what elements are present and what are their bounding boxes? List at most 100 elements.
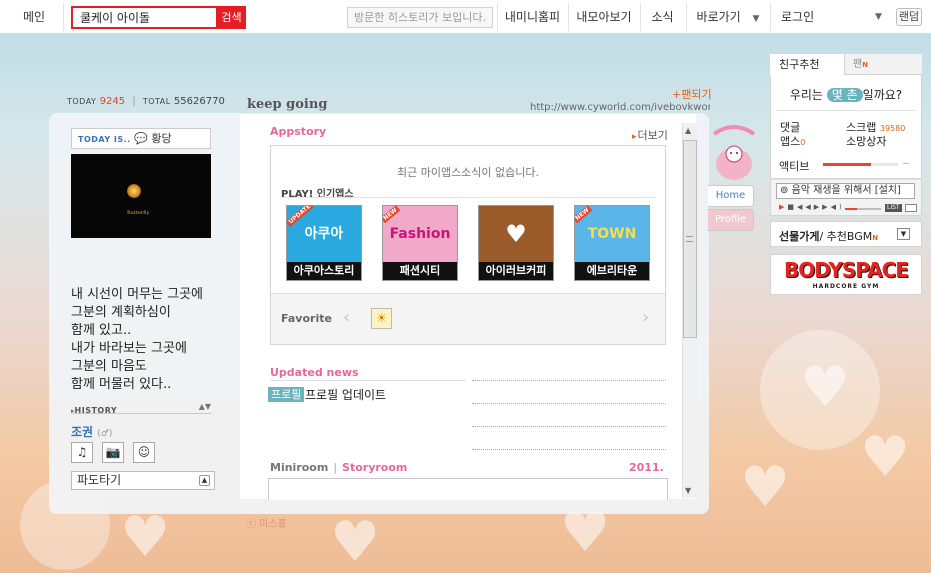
today-count: 9245 (99, 96, 126, 107)
storyroom-tab[interactable]: Storyroom (342, 461, 407, 474)
random-button[interactable]: 랜덤 (896, 8, 922, 26)
friend-q-pre: 우리는 (789, 88, 823, 102)
search-input[interactable] (71, 6, 218, 29)
favorite-label: Favorite (281, 312, 332, 325)
avatar-icon[interactable]: ☺ (133, 442, 155, 463)
activity-bar-fill (823, 163, 871, 166)
app-fashion-city[interactable]: Fashion NEW 패션시티 (382, 205, 458, 281)
recommend-bgm-label: / 추천BGM (819, 230, 873, 243)
wave-surf-label: 파도타기 (77, 473, 122, 487)
tab-home[interactable]: Home (708, 185, 754, 207)
history-header[interactable]: ▸HISTORY ▲▼ (71, 402, 211, 415)
no-news-message: 최근 마이앱스소식이 없습니다. (396, 166, 540, 179)
next-icon[interactable]: ▶▶ (814, 203, 831, 211)
news-badge: 프로필 (268, 387, 305, 402)
camera-icon[interactable]: 📷 (102, 442, 124, 463)
gift-shop-text[interactable]: 선물가게/ 추천BGMN (779, 228, 878, 244)
sticker-face (725, 145, 743, 163)
tab-profile[interactable]: Profile (708, 209, 754, 231)
profile-image-caption: Butterfly (127, 210, 150, 216)
app-i-love-coffee[interactable]: ♥ 아이러브커피 (478, 205, 554, 281)
news-link[interactable]: 소식 (640, 0, 685, 34)
bgm-track-text: 음악 재생을 위해서 [설치] (791, 185, 901, 196)
playlist-button[interactable]: LIST (885, 204, 902, 212)
heart-decoration: ♥ (740, 455, 791, 520)
sticker-eye (736, 152, 738, 154)
chevron-down-icon: ▼ (752, 14, 760, 24)
music-note-icon[interactable]: ♫ (71, 442, 93, 463)
app-every-town[interactable]: TOWN NEW 에브리타운 (574, 205, 650, 281)
home-link[interactable]: 메인 (12, 0, 56, 34)
history-field[interactable]: 방문한 히스토리가 보입니다. (347, 7, 493, 28)
apps-count: 0 (800, 138, 806, 147)
new-badge: N (872, 234, 879, 242)
chevron-down-icon[interactable]: ▼ (897, 228, 910, 240)
tab-fan-label: 팬 (853, 59, 863, 70)
homepage-title: keep going (247, 97, 328, 112)
total-count: 55626770 (173, 96, 225, 107)
new-badge: N (862, 61, 869, 69)
today-is-box: TODAY IS.. 💬 황당 (71, 128, 211, 149)
tab-friend-recommend[interactable]: 친구추천 (770, 54, 845, 75)
app-name: 패션시티 (383, 262, 457, 280)
app-name: 아이러브커피 (479, 262, 553, 280)
miniroom-year: 2011. (629, 461, 664, 474)
gift-shop-label: 선물가게 (779, 230, 820, 243)
stats-divider: | (132, 96, 136, 107)
apps-stat[interactable]: 앱스0 (780, 133, 805, 149)
app-name: 아쿠아스토리 (287, 262, 361, 280)
banner-logo: BODYSPACE (784, 258, 909, 282)
app-name: 에브리타운 (575, 262, 649, 280)
scroll-up-arrow[interactable]: ▲ (685, 126, 691, 135)
wish-box-stat[interactable]: 소망상자 (846, 133, 886, 149)
expand-arrows-icon[interactable]: ▲▼ (199, 402, 211, 411)
tab-fan[interactable]: 팬N (845, 54, 922, 75)
banner-subtitle: HARDCORE GYM (812, 283, 880, 290)
miniroom-tab[interactable]: Miniroom (270, 461, 328, 474)
shortcuts-label: 바로가기 (696, 10, 741, 24)
history-label: HISTORY (74, 406, 118, 415)
updated-news-title: Updated news (270, 366, 359, 379)
chevron-up-icon: ▲ (199, 475, 210, 486)
bgm-track-title[interactable]: ⊚ 음악 재생을 위해서 [설치] (776, 183, 915, 199)
active-label: 액티브 (779, 160, 810, 173)
heart-decoration: ♥ (120, 505, 171, 570)
stop-icon[interactable]: ■ (787, 203, 797, 211)
friend-q-post: 일까요? (862, 88, 903, 102)
heart-decoration: ♥ (330, 510, 381, 573)
window-icon[interactable] (905, 204, 917, 212)
news-item[interactable]: 프로필 업데이트 (305, 386, 386, 403)
my-view-link[interactable]: 내모아보기 (568, 0, 640, 34)
plus-icon: + (672, 88, 682, 101)
watermark: ⓒ 미스홍 (246, 519, 287, 530)
chevron-right-icon[interactable]: › (642, 307, 649, 328)
volume-icon[interactable]: ◀) (831, 203, 845, 211)
wish-box-label: 소망상자 (846, 135, 887, 148)
shortcuts-menu[interactable]: 바로가기 ▼ (686, 0, 770, 34)
divider (63, 3, 64, 31)
my-homepage-link[interactable]: 내미니홈피 (497, 0, 568, 34)
degree-button[interactable]: 몇 촌 (826, 88, 863, 102)
favorite-app-icon[interactable]: ☀ (371, 308, 392, 329)
mood-text: 💬 황당 (134, 132, 172, 145)
today-is-label: TODAY IS.. (78, 135, 131, 144)
dash-mark (903, 163, 909, 164)
prev-icon[interactable]: ◀◀ (797, 203, 814, 211)
scrollbar-grip (686, 236, 693, 242)
disc-icon: ⊚ (780, 185, 792, 196)
search-button[interactable]: 검색 (217, 6, 246, 29)
scroll-down-arrow[interactable]: ▼ (685, 486, 691, 495)
volume-fill (845, 208, 857, 210)
homepage-url[interactable]: http://www.cyworld.com/ivebovkwon (530, 102, 710, 113)
app-aqua-story[interactable]: 아쿠아 UPDATE 아쿠아스토리 (286, 205, 362, 281)
chevron-left-icon[interactable]: ‹ (343, 307, 350, 328)
top-navigation-bar: 메인 검색 방문한 히스토리가 보입니다. 내미니홈피 내모아보기 소식 바로가… (0, 0, 931, 34)
owner-name[interactable]: 조권 (♂) (71, 423, 112, 440)
more-link[interactable]: 더보기 (632, 127, 668, 143)
wave-surf-select[interactable]: 파도타기 ▲ (71, 471, 215, 490)
fan-link[interactable]: +팬되기 (672, 86, 712, 102)
login-menu[interactable]: 로그인 ▼ (770, 0, 888, 34)
gender-mark: (♂) (97, 429, 113, 439)
happy-day-sticker (712, 125, 756, 180)
dotted-divider (472, 403, 666, 404)
